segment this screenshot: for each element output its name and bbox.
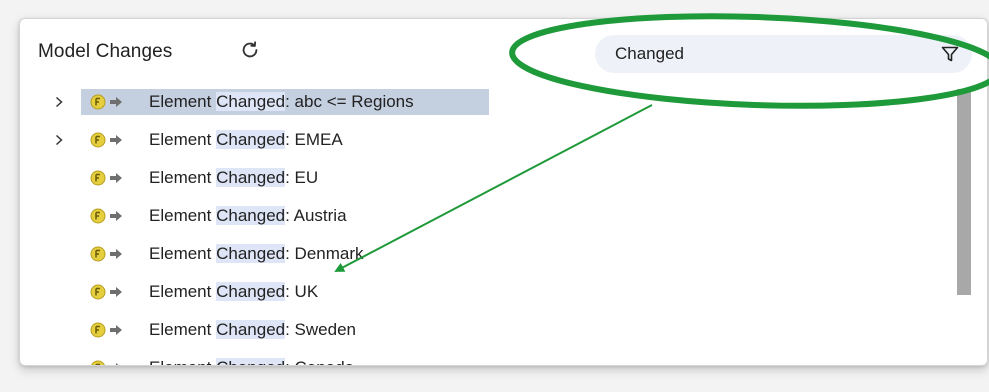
filter-match-highlight: Changed [216,92,286,111]
tree-row[interactable]: Element Changed: Canada [20,353,960,365]
model-changes-panel: Model Changes Element Changed: abc <= Re… [19,18,988,366]
feature-badge-icon [90,170,106,186]
row-suffix-text: : abc <= Regions [285,92,414,111]
tree-row[interactable]: Element Changed: Denmark [20,239,960,269]
row-suffix-text: : EU [285,168,319,187]
arrow-right-icon [110,211,122,221]
tree-row-label: Element Changed: Sweden [149,315,356,345]
vertical-scrollbar-thumb[interactable] [957,89,971,295]
feature-badge-icon [90,94,106,110]
feature-badge-icon [90,132,106,148]
row-prefix-text: Element [149,92,217,111]
arrow-right-icon [110,325,122,335]
panel-title: Model Changes [38,41,173,62]
row-prefix-text: Element [149,358,216,365]
tree-row-label: Element Changed: EMEA [149,125,343,155]
chevron-right-icon[interactable] [53,134,65,146]
row-suffix-text: : Sweden [285,320,356,339]
tree-row-label: Element Changed: EU [149,163,318,193]
filter-match-highlight: Changed [216,206,286,225]
row-prefix-text: Element [149,206,217,225]
tree-row-label: Element Changed: UK [149,277,318,307]
row-prefix-text: Element [149,282,217,301]
filter-match-highlight: Changed [216,244,286,263]
arrow-right-icon [110,135,122,145]
tree-row[interactable]: Element Changed: Austria [20,201,960,231]
feature-badge-icon [90,322,106,338]
tree-row[interactable]: Element Changed: EMEA [20,125,960,155]
tree-row[interactable]: Element Changed: EU [20,163,960,193]
feature-badge-icon [90,246,106,262]
arrow-right-icon [116,363,119,365]
feature-badge-icon [91,360,105,365]
filter-funnel-icon[interactable] [940,44,960,64]
row-prefix-text: Element [149,168,217,187]
arrow-right-icon [110,173,122,183]
arrow-right-icon [110,287,122,297]
filter-match-highlight: Changed [216,168,286,187]
tree-row-label: Element Changed: Austria [149,201,347,231]
row-prefix-text: Element [149,244,217,263]
tree-row-label: Element Changed: abc <= Regions [149,87,414,117]
arrow-right-icon [110,249,122,259]
filter-match-highlight: Changed [216,320,286,339]
tree-row-label: Element Changed: Denmark [149,239,364,269]
row-suffix-text: : Canada [285,358,354,365]
row-prefix-text: Element [149,320,217,339]
row-suffix-text: : EMEA [285,130,343,149]
filter-input[interactable] [615,35,915,73]
tree-row[interactable]: Element Changed: abc <= Regions [20,87,960,117]
arrow-right-icon [110,97,122,107]
filter-field[interactable] [595,35,972,73]
row-suffix-text: : Austria [285,206,347,225]
row-prefix-text: Element [149,130,217,149]
tree-row[interactable]: Element Changed: Sweden [20,315,960,345]
filter-match-highlight: Changed [216,130,286,149]
feature-badge-icon [90,284,106,300]
filter-match-highlight: Changed [216,282,286,301]
tree-row[interactable]: Element Changed: UK [20,277,960,307]
row-suffix-text: : UK [285,282,319,301]
refresh-icon[interactable] [239,39,261,61]
tree-row-label: Element Changed: Canada [149,353,354,365]
filter-match-highlight: Changed [216,358,286,365]
chevron-right-icon[interactable] [53,96,65,108]
feature-badge-icon [90,208,106,224]
row-suffix-text: : Denmark [285,244,364,263]
